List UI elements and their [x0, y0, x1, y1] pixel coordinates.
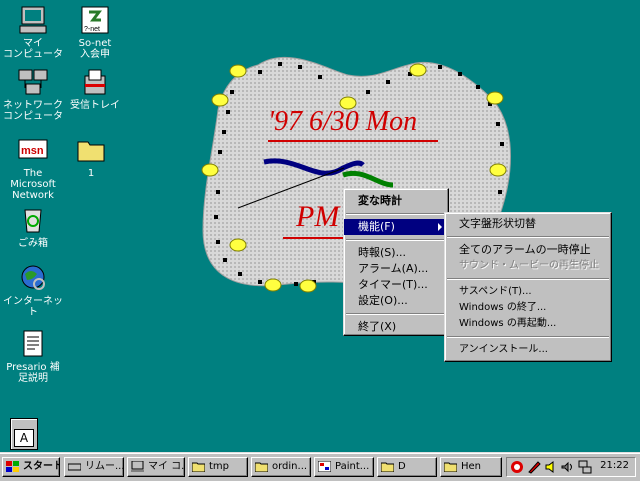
menu-separator	[447, 336, 609, 338]
taskbar-button-my-computer[interactable]: マイ コ...	[127, 457, 185, 477]
taskbar-button-label: Paint...	[335, 461, 370, 472]
taskbar-button-label: Hen	[461, 461, 482, 472]
desktop-icon-presario[interactable]: Presario 補 足説明	[2, 328, 64, 384]
taskbar-button-label: リムー...	[85, 461, 124, 472]
menu-separator	[346, 239, 446, 241]
start-label: スタート	[23, 461, 60, 472]
desktop-icon-inbox[interactable]: 受信トレイ	[64, 66, 126, 111]
taskbar-button-label: ordin...	[272, 461, 308, 472]
menu-item-alarm[interactable]: アラーム(A)...	[344, 261, 448, 277]
menu-separator	[346, 313, 446, 315]
internet-globe-icon	[17, 262, 49, 294]
desktop-icon-label: 1	[87, 168, 95, 179]
windows-logo-icon	[6, 461, 19, 472]
clock-date-text: '97 6/30 Mon	[268, 106, 418, 137]
taskbar: スタート リムー... マイ コ... tmp ordin... Paint..…	[0, 452, 640, 481]
desktop-icon-my-computer[interactable]: マイ コンピュータ	[2, 4, 64, 60]
submenu-item-restart[interactable]: Windows の再起動...	[445, 316, 611, 332]
context-menu: 変な時計 機能(F) 時報(S)... アラーム(A)... タイマー(T)..…	[343, 188, 449, 336]
desktop-icon-label: Presario 補 足説明	[6, 362, 60, 384]
desktop-icon-folder-1[interactable]: 1	[60, 134, 122, 179]
taskbar-button-label: D	[398, 461, 406, 472]
desktop-icon-label: インターネット	[3, 296, 63, 318]
network-icon	[17, 66, 49, 98]
desktop-icon-network[interactable]: ネットワーク コンピュータ	[2, 66, 64, 122]
tray-clock[interactable]: 21:22	[600, 460, 629, 471]
submenu-item-uninstall[interactable]: アンインストール...	[445, 342, 611, 358]
submenu-item-pause-alarms[interactable]: 全てのアラームの一時停止	[445, 242, 611, 258]
taskbar-button-label: tmp	[209, 461, 230, 472]
desktop-icon-label: 受信トレイ	[70, 100, 120, 111]
taskbar-button-d[interactable]: D	[377, 457, 437, 477]
desktop-icon-label: ネットワーク コンピュータ	[3, 100, 63, 122]
font-tile-icon[interactable]: A	[10, 418, 38, 450]
taskbar-button-ordin[interactable]: ordin...	[251, 457, 311, 477]
taskbar-button-paint[interactable]: Paint...	[314, 457, 374, 477]
sonet-icon: ?-net	[79, 4, 111, 36]
submenu-item-suspend[interactable]: サスペンド(T)...	[445, 284, 611, 300]
function-submenu: 文字盤形状切替 全てのアラームの一時停止 サウンド・ムービーの再生停止 サスペン…	[444, 212, 612, 362]
folder-icon	[75, 134, 107, 166]
taskbar-button-label: マイ コ...	[148, 461, 185, 472]
paint-icon	[317, 460, 332, 473]
desktop-icon-msn[interactable]: msn The Microsoft Network	[2, 134, 64, 201]
system-tray: 21:22	[506, 457, 636, 477]
tray-pen-icon[interactable]	[527, 460, 541, 477]
tray-speaker-icon[interactable]	[544, 460, 558, 477]
submenu-item-face-shape[interactable]: 文字盤形状切替	[445, 216, 611, 232]
taskbar-button-hen[interactable]: Hen	[440, 457, 502, 477]
menu-separator	[346, 213, 446, 215]
document-icon	[17, 328, 49, 360]
submenu-item-stop-playback: サウンド・ムービーの再生停止	[459, 260, 599, 271]
menu-item-timer[interactable]: タイマー(T)...	[344, 277, 448, 293]
desktop-icon-label: ごみ箱	[18, 238, 48, 249]
desktop-icon-label: The Microsoft Network	[10, 168, 56, 201]
taskbar-button-removable[interactable]: リムー...	[64, 457, 124, 477]
computer-icon	[131, 460, 144, 472]
taskbar-button-tmp[interactable]: tmp	[188, 457, 248, 477]
menu-item-time-signal[interactable]: 時報(S)...	[344, 245, 448, 261]
folder-icon	[191, 461, 206, 473]
submenu-item-shutdown[interactable]: Windows の終了...	[445, 300, 611, 316]
desktop-icon-internet[interactable]: インターネット	[2, 262, 64, 318]
desktop-icon-sonet[interactable]: ?-net So-net 入会申	[64, 4, 126, 60]
drive-icon	[67, 461, 82, 472]
menu-item-function[interactable]: 機能(F)	[344, 219, 448, 235]
tray-network-icon[interactable]	[578, 460, 592, 477]
submenu-arrow-icon	[438, 223, 442, 231]
tray-volume-icon[interactable]	[561, 460, 575, 477]
start-button[interactable]: スタート	[2, 457, 60, 477]
recycle-bin-icon	[17, 204, 49, 236]
computer-icon	[17, 4, 49, 36]
menu-separator	[447, 278, 609, 280]
menu-separator	[447, 236, 609, 238]
desktop-icon-label: マイ コンピュータ	[3, 38, 63, 60]
folder-icon	[443, 461, 458, 473]
folder-icon	[254, 461, 269, 473]
tray-ime-icon[interactable]	[510, 460, 524, 477]
font-tile-letter: A	[14, 429, 34, 447]
inbox-icon	[79, 66, 111, 98]
svg-text:?-net: ?-net	[84, 26, 100, 33]
menu-item-settings[interactable]: 設定(O)...	[344, 293, 448, 309]
svg-text:msn: msn	[21, 145, 44, 157]
folder-icon	[380, 461, 395, 473]
desktop-icon-label: So-net 入会申	[78, 38, 112, 60]
menu-item-label: 機能(F)	[358, 220, 395, 233]
desktop-icon-recycle-bin[interactable]: ごみ箱	[2, 204, 64, 249]
clock-ampm-text: PM	[296, 200, 340, 233]
menu-item-exit[interactable]: 終了(X)	[344, 319, 448, 335]
msn-icon: msn	[17, 134, 49, 166]
menu-title-henna-tokei[interactable]: 変な時計	[344, 193, 448, 209]
